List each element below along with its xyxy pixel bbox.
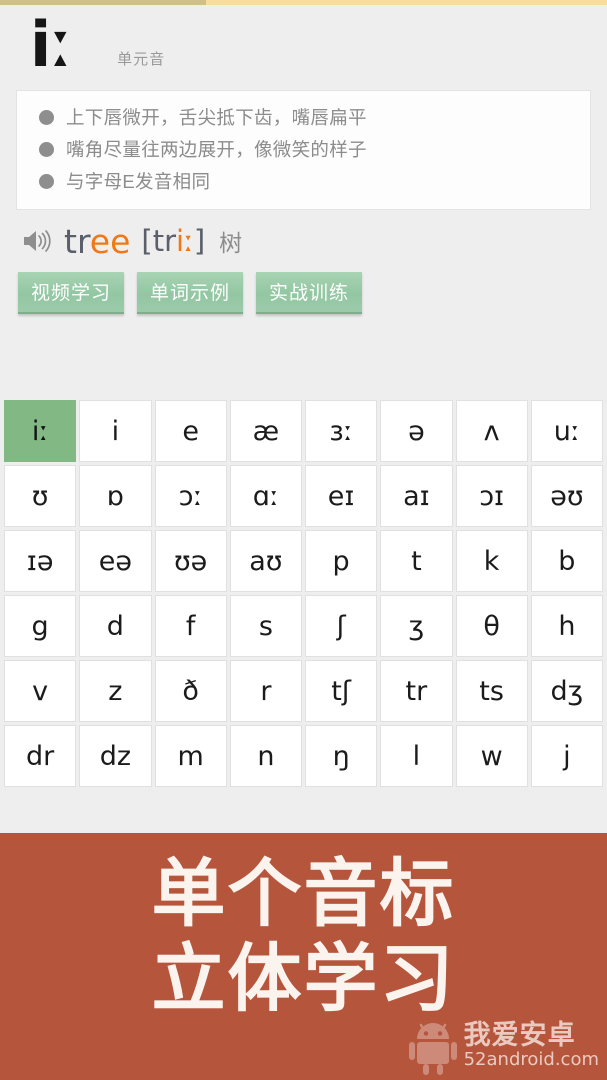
watermark: 我爱安卓 52android.com [407, 1017, 599, 1075]
ipa-cell[interactable]: ʊ [4, 465, 77, 528]
ipa-cell[interactable]: g [4, 595, 77, 658]
watermark-text: 我爱安卓 52android.com [464, 1021, 599, 1071]
ipa-cell[interactable]: ʊə [154, 530, 227, 593]
description-text: 与字母E发音相同 [66, 170, 211, 192]
ipa-cell[interactable]: h [530, 595, 603, 658]
ipa-cell[interactable]: e [154, 400, 227, 463]
example-ipa-close: ] [193, 224, 206, 259]
banner-title: 单个音标 立体学习 [0, 851, 607, 1021]
ipa-cell[interactable]: tr [380, 660, 453, 723]
ipa-cell[interactable]: b [530, 530, 603, 593]
ipa-cell[interactable]: ɪə [4, 530, 77, 593]
ipa-cell[interactable]: f [154, 595, 227, 658]
ipa-cell[interactable]: j [530, 725, 603, 788]
ipa-row: ɪə eə ʊə aʊ p t k b [4, 530, 603, 593]
ipa-cell[interactable]: θ [455, 595, 528, 658]
ipa-cell[interactable]: eə [79, 530, 152, 593]
bullet-icon [39, 142, 54, 158]
ipa-cell[interactable]: r [229, 660, 302, 723]
example-ipa: [triː] [141, 224, 205, 258]
ipa-cell[interactable]: k [455, 530, 528, 593]
phonetic-category-label: 单元音 [117, 51, 166, 68]
page-title: iː [30, 8, 73, 82]
example-word-accent: ee [89, 221, 131, 261]
example-word-prefix: tr [64, 221, 90, 261]
ipa-row: iː i e æ ɜː ə ʌ uː [4, 400, 603, 463]
watermark-url: 52android.com [463, 1049, 599, 1071]
ipa-cell[interactable]: ð [154, 660, 227, 723]
main-content: iː 单元音 上下唇微开，舌尖抵下齿，嘴唇扁平 嘴角尽量往两边展开，像微笑的样子… [0, 5, 607, 833]
ipa-cell[interactable]: æ [229, 400, 302, 463]
ipa-cell[interactable]: ŋ [305, 725, 378, 788]
watermark-site-name: 我爱安卓 [463, 1020, 576, 1051]
ipa-cell[interactable]: ɔɪ [455, 465, 528, 528]
ipa-row: v z ð r tʃ tr ts dʒ [4, 660, 603, 723]
description-text: 嘴角尽量往两边展开，像微笑的样子 [66, 138, 367, 160]
description-card: 上下唇微开，舌尖抵下齿，嘴唇扁平 嘴角尽量往两边展开，像微笑的样子 与字母E发音… [16, 90, 591, 211]
ipa-cell[interactable]: d [79, 595, 152, 658]
ipa-cell[interactable]: ʃ [305, 595, 378, 658]
ipa-cell[interactable]: ts [455, 660, 528, 723]
ipa-cell[interactable]: t [380, 530, 453, 593]
ipa-cell[interactable]: eɪ [305, 465, 378, 528]
ipa-cell[interactable]: ɑː [229, 465, 302, 528]
banner-title-line2: 立体学习 [151, 937, 456, 1021]
ipa-cell[interactable]: z [79, 660, 152, 723]
promo-banner: 单个音标 立体学习 我爱安卓 52android.com [0, 833, 607, 1080]
practice-training-button[interactable]: 实战训练 [256, 272, 363, 315]
ipa-row: dr dz m n ŋ l w j [4, 725, 603, 788]
ipa-cell[interactable]: i [79, 400, 152, 463]
word-example-button[interactable]: 单词示例 [137, 272, 244, 315]
ipa-cell[interactable]: l [380, 725, 453, 788]
ipa-row: g d f s ʃ ʒ θ h [4, 595, 603, 658]
ipa-cell[interactable]: aɪ [380, 465, 453, 528]
ipa-cell[interactable]: dr [4, 725, 77, 788]
ipa-cell[interactable]: ʌ [455, 400, 528, 463]
description-bullet-row: 上下唇微开，舌尖抵下齿，嘴唇扁平 [17, 102, 590, 134]
example-word-row: tree [triː] 树 [0, 210, 607, 261]
progress-bar [0, 0, 607, 5]
progress-bar-fill [0, 0, 207, 5]
ipa-cell[interactable]: m [154, 725, 227, 788]
ipa-cell[interactable]: n [229, 725, 302, 788]
description-bullet-row: 与字母E发音相同 [17, 166, 590, 198]
ipa-cell[interactable]: tʃ [305, 660, 378, 723]
example-word: tree [64, 222, 130, 261]
banner-title-line1: 单个音标 [151, 852, 456, 935]
action-button-group: 视频学习 单词示例 实战训练 [0, 258, 607, 315]
ipa-cell[interactable]: ɜː [305, 400, 378, 463]
ipa-cell[interactable]: p [305, 530, 378, 593]
ipa-cell[interactable]: w [455, 725, 528, 788]
ipa-cell[interactable]: ə [380, 400, 453, 463]
speaker-icon[interactable] [22, 228, 52, 254]
bullet-icon [39, 173, 54, 189]
ipa-row: ʊ ɒ ɔː ɑː eɪ aɪ ɔɪ əʊ [4, 465, 603, 528]
ipa-cell[interactable]: ɔː [154, 465, 227, 528]
ipa-cell[interactable]: iː [4, 400, 77, 463]
ipa-cell[interactable]: ʒ [380, 595, 453, 658]
ipa-cell[interactable]: s [229, 595, 302, 658]
example-ipa-open: [tr [141, 224, 176, 259]
ipa-cell[interactable]: dʒ [530, 660, 603, 723]
description-bullet-row: 嘴角尽量往两边展开，像微笑的样子 [17, 134, 590, 166]
ipa-cell[interactable]: uː [530, 400, 603, 463]
ipa-cell[interactable]: v [4, 660, 77, 723]
video-study-button[interactable]: 视频学习 [18, 272, 125, 315]
ipa-cell[interactable]: aʊ [229, 530, 302, 593]
ipa-cell[interactable]: dz [79, 725, 152, 788]
ipa-cell[interactable]: ɒ [79, 465, 152, 528]
phonetic-symbol-grid: iː i e æ ɜː ə ʌ uː ʊ ɒ ɔː ɑː eɪ aɪ ɔɪ əʊ… [0, 400, 607, 788]
description-text: 上下唇微开，舌尖抵下齿，嘴唇扁平 [66, 107, 367, 128]
android-robot-icon [407, 1017, 459, 1075]
example-ipa-accent: iː [176, 224, 194, 259]
ipa-cell[interactable]: əʊ [530, 465, 603, 528]
phonetic-header: iː 单元音 [0, 5, 607, 83]
bullet-icon [39, 110, 54, 126]
example-meaning: 树 [219, 230, 243, 257]
